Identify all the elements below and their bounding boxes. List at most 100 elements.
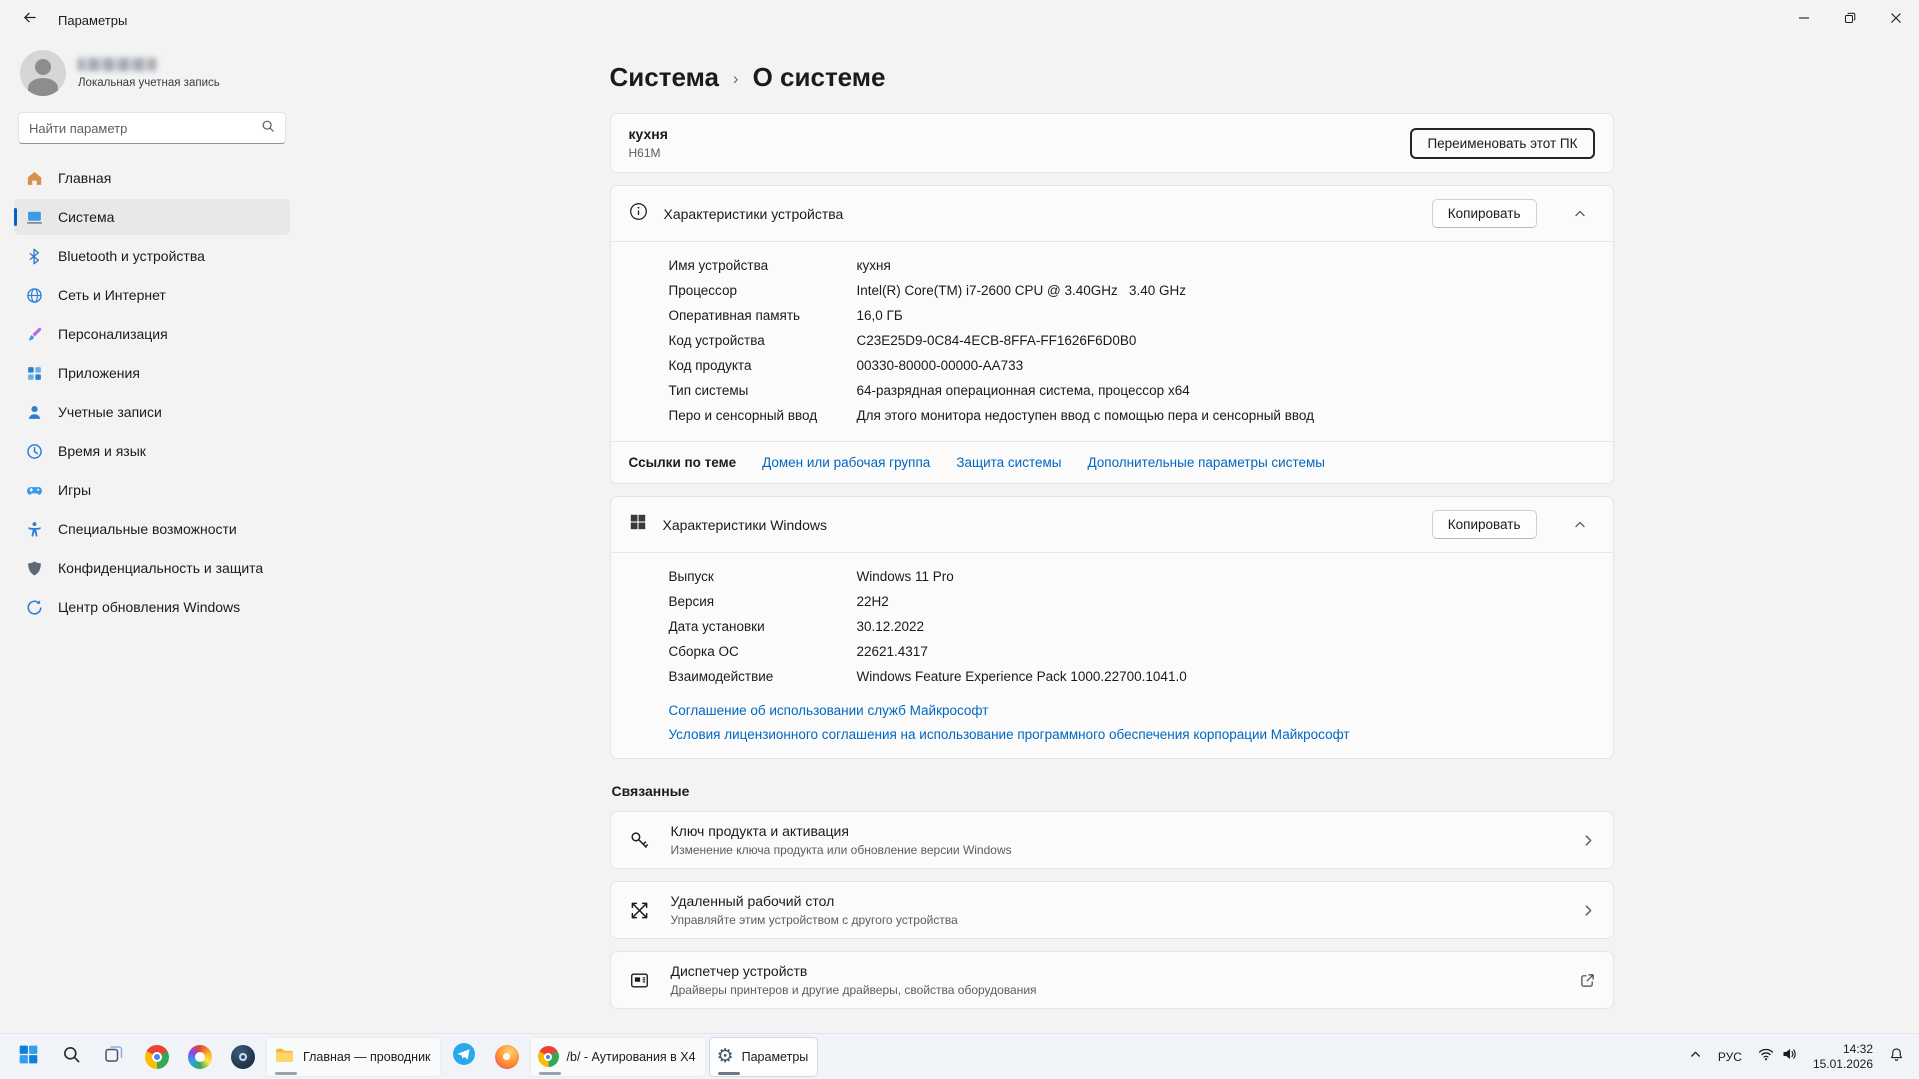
windows-specs-header[interactable]: Характеристики Windows Копировать: [611, 497, 1613, 552]
notifications-button[interactable]: [1882, 1037, 1911, 1077]
sidebar-item-label: Bluetooth и устройства: [58, 248, 205, 264]
sidebar-item-label: Главная: [58, 170, 112, 186]
sidebar-item-label: Сеть и Интернет: [58, 287, 166, 303]
start-button[interactable]: [8, 1037, 48, 1077]
restore-icon: [1844, 11, 1856, 29]
taskbar-window-title: /b/ - Аутирования в X4: [566, 1049, 696, 1064]
sidebar-item-system[interactable]: Система: [14, 199, 290, 235]
sidebar-item-personalization[interactable]: Персонализация: [14, 316, 290, 352]
language-indicator[interactable]: РУС: [1711, 1037, 1749, 1077]
related-section-title: Связанные: [611, 783, 690, 799]
restore-button[interactable]: [1827, 0, 1873, 40]
windows-specs-body: Выпуск Windows 11 Pro Версия 22H2 Дата уст…: [610, 552, 1613, 758]
network-volume-button[interactable]: [1751, 1037, 1804, 1077]
orange-app-pinned-button[interactable]: [487, 1037, 527, 1077]
chrome-pinned-button[interactable]: [137, 1037, 177, 1077]
collapse-windows-specs-button[interactable]: [1565, 511, 1595, 539]
link-advanced-system-settings[interactable]: Дополнительные параметры системы: [1087, 455, 1325, 470]
breadcrumb: Система › О системе: [610, 62, 1614, 93]
search-icon: [62, 1045, 81, 1069]
spec-row: Код устройства C23E25D9-0C84-4ECB-8FFA-FF…: [668, 333, 1137, 348]
window-title: Параметры: [58, 12, 128, 28]
chrome-icon: [145, 1044, 169, 1069]
breadcrumb-system[interactable]: Система: [610, 62, 719, 93]
task-view-icon: [104, 1044, 124, 1069]
taskbar-window-explorer[interactable]: Главная — проводник: [266, 1036, 441, 1077]
clock-button[interactable]: 14:32 15.01.2026: [1806, 1037, 1880, 1077]
account-name-redacted: [78, 57, 156, 71]
search-input[interactable]: [29, 120, 261, 136]
device-specs-header[interactable]: Характеристики устройства Копировать: [611, 186, 1613, 241]
taskbar-window-settings[interactable]: ⚙ Параметры: [708, 1036, 819, 1077]
window-body: Локальная учетная запись Главная Система: [0, 40, 1919, 1033]
taskbar-window-browser[interactable]: /b/ - Аутирования в X4: [529, 1036, 706, 1077]
close-button[interactable]: [1873, 0, 1919, 40]
folder-icon: [274, 1045, 295, 1069]
account-block[interactable]: Локальная учетная запись: [14, 42, 290, 112]
sidebar-item-home[interactable]: Главная: [14, 160, 290, 196]
device-specs-card: Характеристики устройства Копировать Имя…: [609, 185, 1614, 484]
sidebar-item-label: Персонализация: [58, 326, 168, 342]
back-button[interactable]: [12, 4, 46, 36]
tray-time: 14:32: [1842, 1041, 1873, 1056]
link-system-protection[interactable]: Защита системы: [956, 455, 1061, 470]
collapse-device-specs-button[interactable]: [1565, 200, 1595, 228]
related-item-product-key[interactable]: Ключ продукта и активация Изменение ключ…: [609, 811, 1614, 869]
spec-row: Выпуск Windows 11 Pro: [668, 569, 954, 584]
link-domain-workgroup[interactable]: Домен или рабочая группа: [762, 455, 930, 470]
sidebar-item-label: Центр обновления Windows: [58, 599, 241, 615]
dark-app-pinned-button[interactable]: [223, 1037, 263, 1077]
sidebar-item-privacy[interactable]: Конфиденциальность и защита: [14, 550, 290, 586]
sidebar-item-label: Игры: [58, 482, 92, 498]
chevron-up-icon: [1689, 1048, 1702, 1066]
spec-row: Сборка ОС 22621.4317: [668, 644, 928, 659]
link-license-terms[interactable]: Условия лицензионного соглашения на испо…: [669, 724, 1595, 745]
sidebar-item-network[interactable]: Сеть и Интернет: [14, 277, 290, 313]
main-content: Система › О системе кухня H61M Переимено…: [304, 40, 1919, 1033]
sidebar-item-label: Конфиденциальность и защита: [58, 560, 264, 576]
rename-pc-button[interactable]: Переименовать этот ПК: [1410, 127, 1595, 159]
copy-device-specs-button[interactable]: Копировать: [1431, 199, 1537, 228]
clock-icon: [26, 443, 43, 460]
key-icon: [629, 830, 651, 851]
sidebar-item-accounts[interactable]: Учетные записи: [14, 394, 290, 430]
sidebar: Локальная учетная запись Главная Система: [0, 40, 304, 1033]
device-name: кухня: [628, 126, 668, 142]
messenger-pinned-button[interactable]: [444, 1037, 484, 1077]
spec-row: Процессор Intel(R) Core(TM) i7-2600 CPU @…: [668, 283, 1187, 298]
info-icon: [629, 202, 648, 226]
tray-overflow-button[interactable]: [1682, 1037, 1709, 1077]
sidebar-item-windows-update[interactable]: Центр обновления Windows: [14, 589, 290, 625]
related-item-texts: Удаленный рабочий стол Управляйте этим у…: [671, 893, 958, 927]
sidebar-item-label: Специальные возможности: [58, 521, 237, 537]
sidebar-item-gaming[interactable]: Игры: [14, 472, 290, 508]
dark-circle-app-icon: [231, 1044, 255, 1069]
breadcrumb-chevron-icon: ›: [732, 69, 739, 88]
telegram-icon: [452, 1042, 476, 1071]
related-item-texts: Диспетчер устройств Драйверы принтеров и…: [671, 963, 1037, 997]
clock: 14:32 15.01.2026: [1813, 1042, 1873, 1072]
about-page: Система › О системе кухня H61M Переимено…: [609, 40, 1614, 1033]
related-item-remote-desktop[interactable]: Удаленный рабочий стол Управляйте этим у…: [609, 881, 1614, 939]
device-specs-title: Характеристики устройства: [663, 205, 844, 222]
bluetooth-icon: [26, 248, 43, 265]
minimize-button[interactable]: [1781, 0, 1827, 40]
settings-window: Параметры Локальная учетная запись Найти…: [0, 0, 1919, 1079]
related-item-title: Удаленный рабочий стол: [670, 893, 835, 909]
remote-desktop-icon: [629, 900, 651, 921]
avatar: [20, 50, 66, 96]
sidebar-item-accessibility[interactable]: Специальные возможности: [14, 511, 290, 547]
related-item-subtitle: Изменение ключа продукта или обновление …: [670, 843, 1012, 857]
spec-row: Код продукта 00330-80000-00000-AA733: [668, 358, 1024, 373]
link-services-agreement[interactable]: Соглашение об использовании служб Майкро…: [669, 700, 1595, 721]
related-links-label: Ссылки по теме: [628, 455, 737, 470]
task-view-button[interactable]: [94, 1037, 134, 1077]
sidebar-item-label: Система: [58, 209, 115, 225]
sidebar-item-bluetooth[interactable]: Bluetooth и устройства: [14, 238, 290, 274]
sidebar-item-time-language[interactable]: Время и язык: [14, 433, 290, 469]
sidebar-item-apps[interactable]: Приложения: [14, 355, 290, 391]
related-item-device-manager[interactable]: Диспетчер устройств Драйверы принтеров и…: [609, 951, 1614, 1009]
media-app-pinned-button[interactable]: [180, 1037, 220, 1077]
copy-windows-specs-button[interactable]: Копировать: [1431, 510, 1537, 539]
taskbar-search-button[interactable]: [51, 1037, 91, 1077]
